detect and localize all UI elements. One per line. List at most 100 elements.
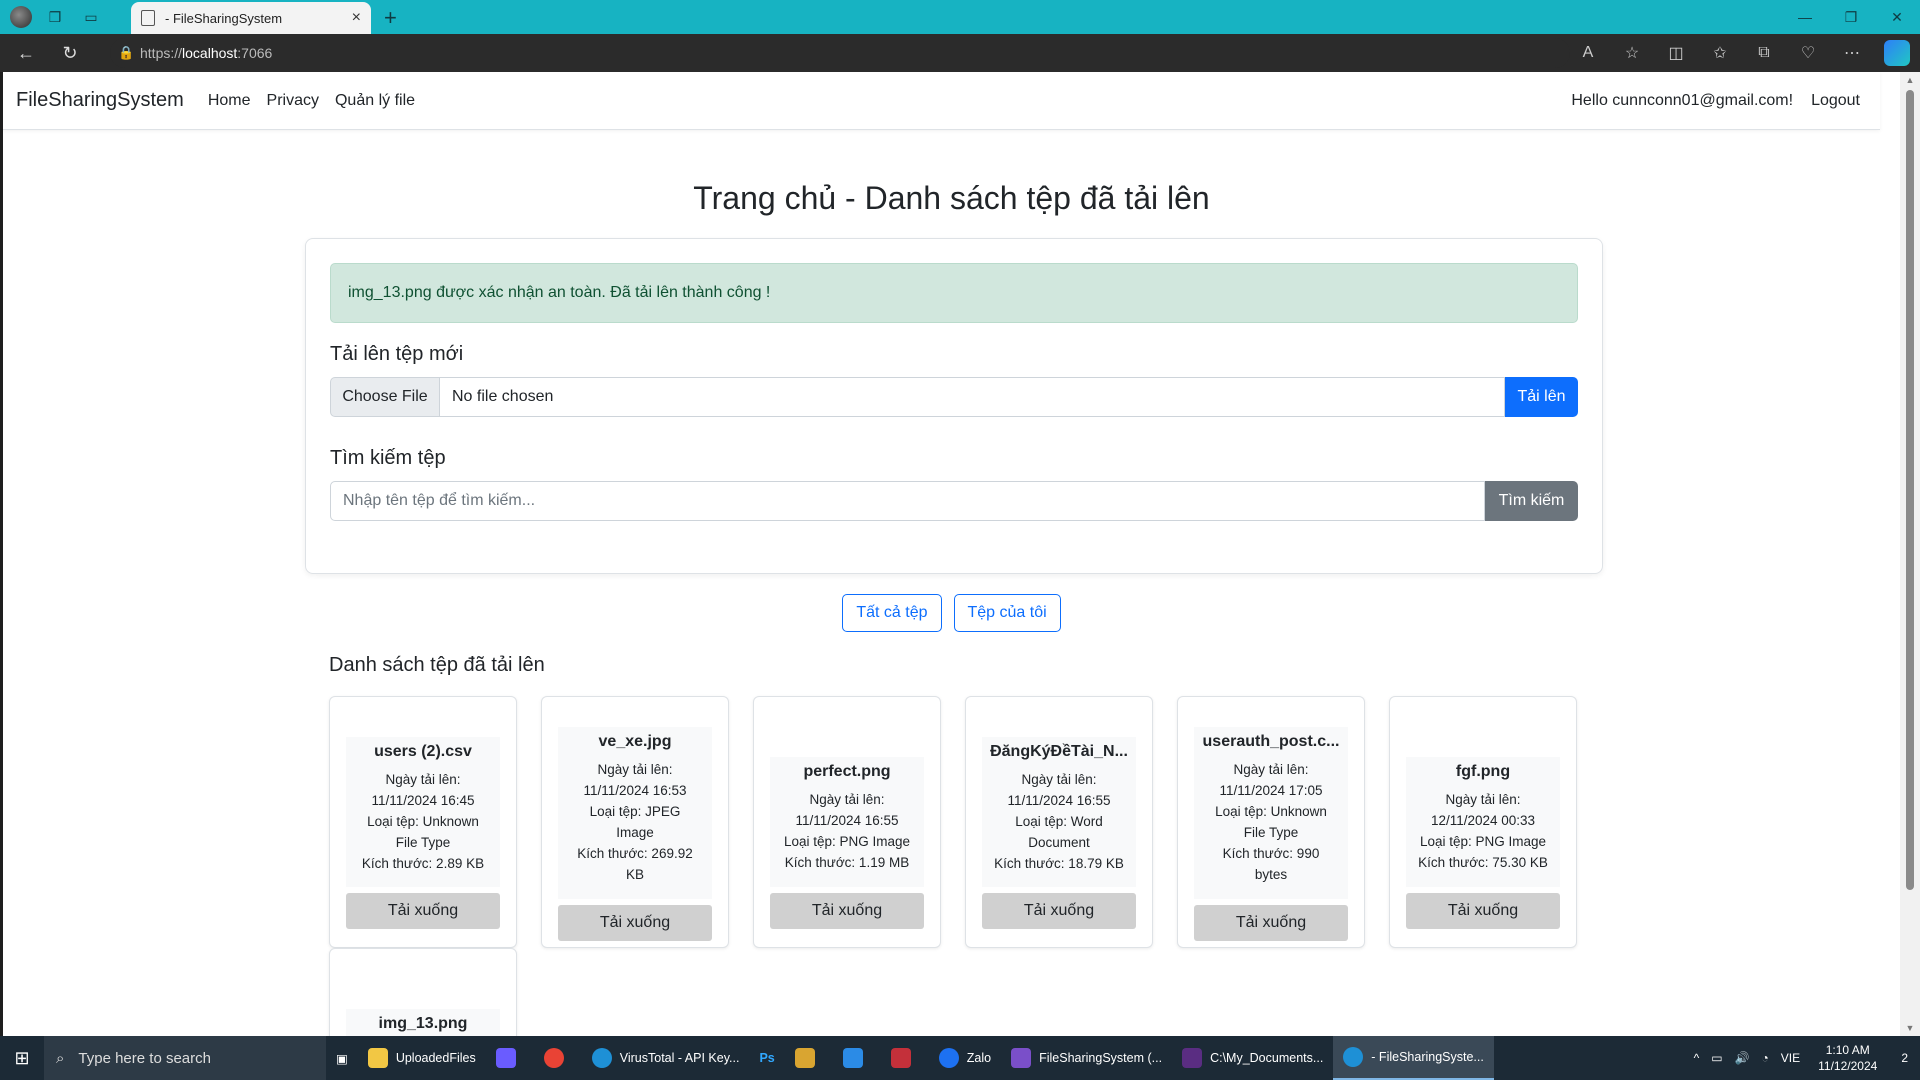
- close-window-button[interactable]: ✕: [1874, 0, 1920, 34]
- nav-link-file-management[interactable]: Quản lý file: [335, 92, 415, 110]
- windows-start-icon[interactable]: ⊞: [0, 1036, 44, 1080]
- taskbar-app-vscode[interactable]: [833, 1036, 881, 1080]
- file-info: fgf.png Ngày tải lên: 12/11/2024 00:33 L…: [1406, 757, 1560, 887]
- back-icon[interactable]: ←: [8, 38, 44, 68]
- taskbar-app-photoshop[interactable]: Ps: [749, 1036, 784, 1080]
- scroll-down-icon[interactable]: ▼: [1900, 1020, 1920, 1036]
- file-name: perfect.png: [803, 763, 891, 780]
- user-greeting[interactable]: Hello cunnconn01@gmail.com!: [1571, 92, 1793, 110]
- file-card: fgf.png Ngày tải lên: 12/11/2024 00:33 L…: [1389, 696, 1577, 948]
- browser-essentials-icon[interactable]: ♡: [1786, 38, 1830, 68]
- search-input[interactable]: [330, 481, 1485, 521]
- split-screen-icon[interactable]: ◫: [1654, 38, 1698, 68]
- file-meta: Ngày tải lên: 11/11/2024 16:45 Loại tệp:…: [350, 769, 496, 874]
- clock-time: 1:10 AM: [1825, 1043, 1870, 1057]
- file-meta-line: Ngày tải lên:: [809, 792, 885, 807]
- choose-file-button[interactable]: Choose File: [330, 377, 440, 417]
- restore-button[interactable]: ❐: [1828, 0, 1874, 34]
- taskbar-app-edge-active[interactable]: - FileSharingSyste...: [1333, 1036, 1494, 1080]
- file-meta-line: Image: [616, 825, 654, 840]
- file-meta-line: Kích thước: 1.19 MB: [784, 855, 910, 870]
- file-meta-line: KB: [625, 867, 644, 882]
- taskbar-app-ide[interactable]: [881, 1036, 929, 1080]
- url-field[interactable]: 🔒 https://localhost:7066: [110, 38, 1570, 68]
- my-files-button[interactable]: Tệp của tôi: [953, 594, 1061, 632]
- file-meta-line: Document: [1028, 835, 1090, 850]
- clock[interactable]: 1:10 AM 11/12/2024: [1806, 1042, 1889, 1074]
- taskbar-app-zalo[interactable]: Zalo: [929, 1036, 1001, 1080]
- nav-link-home[interactable]: Home: [208, 92, 251, 110]
- file-name: img_13.png: [378, 1015, 468, 1032]
- taskbar-app-tool[interactable]: [785, 1036, 833, 1080]
- file-info: ve_xe.jpg Ngày tải lên: 11/11/2024 16:53…: [558, 727, 712, 899]
- upload-row: Choose File No file chosen Tải lên: [330, 377, 1578, 417]
- download-button[interactable]: Tải xuống: [1406, 893, 1560, 929]
- scroll-up-icon[interactable]: ▲: [1900, 72, 1920, 88]
- search-heading: Tìm kiếm tệp: [330, 447, 446, 469]
- volume-icon[interactable]: 🔊: [1729, 1051, 1756, 1065]
- language-indicator[interactable]: VIE: [1775, 1051, 1806, 1065]
- notification-count[interactable]: 2: [1889, 1051, 1920, 1065]
- taskbar-app-label: Zalo: [966, 1051, 992, 1065]
- network-icon[interactable]: ◔: [1756, 1051, 1775, 1065]
- all-files-button[interactable]: Tất cả tệp: [842, 594, 942, 632]
- windows-taskbar: ⊞ ⌕ Type here to search ▣ UploadedFiles …: [0, 1036, 1920, 1080]
- profile-avatar[interactable]: [10, 6, 32, 28]
- file-card: users (2).csv Ngày tải lên: 11/11/2024 1…: [329, 696, 517, 948]
- favorites-icon[interactable]: ✩: [1698, 38, 1742, 68]
- file-meta: Ngày tải lên: 11/11/2024 16:53 Loại tệp:…: [562, 759, 708, 885]
- taskbar-app-console[interactable]: C:\My_Documents...: [1172, 1036, 1333, 1080]
- download-button[interactable]: Tải xuống: [770, 893, 924, 929]
- file-meta-line: 11/11/2024 17:05: [1219, 783, 1323, 798]
- download-button[interactable]: Tải xuống: [1194, 905, 1348, 941]
- taskbar-app-visual-studio[interactable]: FileSharingSystem (...: [1001, 1036, 1172, 1080]
- minimize-button[interactable]: —: [1782, 0, 1828, 34]
- file-meta-line: 11/11/2024 16:45: [371, 793, 475, 808]
- page-scrollbar[interactable]: ▲ ▼: [1900, 72, 1920, 1036]
- tray-chevron-icon[interactable]: ^: [1688, 1051, 1706, 1065]
- download-button[interactable]: Tải xuống: [346, 893, 500, 929]
- logout-link[interactable]: Logout: [1811, 92, 1860, 110]
- upload-button[interactable]: Tải lên: [1505, 377, 1578, 417]
- favorite-star-icon[interactable]: ☆: [1610, 38, 1654, 68]
- taskbar-app-chrome[interactable]: [534, 1036, 582, 1080]
- task-view-icon[interactable]: ▣: [326, 1036, 358, 1080]
- taskbar-app-copilot[interactable]: [486, 1036, 534, 1080]
- taskbar-app-label: - FileSharingSyste...: [1371, 1050, 1484, 1064]
- page-viewport: FileSharingSystem Home Privacy Quản lý f…: [3, 72, 1900, 1036]
- active-tab[interactable]: - FileSharingSystem ×: [131, 2, 371, 34]
- vscode-icon: [842, 1048, 863, 1068]
- scroll-thumb[interactable]: [1906, 90, 1914, 890]
- file-meta-line: bytes: [1254, 867, 1288, 882]
- file-meta: Ngày tải lên: 12/11/2024 00:33 Loại tệp:…: [1410, 789, 1556, 873]
- zalo-icon: [938, 1048, 959, 1068]
- user-area: Hello cunnconn01@gmail.com! Logout: [1571, 72, 1860, 130]
- file-meta-line: 11/11/2024 16:55: [795, 813, 899, 828]
- taskbar-app-edge-virustotal[interactable]: VirusTotal - API Key...: [582, 1036, 750, 1080]
- close-tab-icon[interactable]: ×: [352, 9, 361, 27]
- taskbar-search[interactable]: ⌕ Type here to search: [44, 1036, 326, 1080]
- download-button[interactable]: Tải xuống: [982, 893, 1136, 929]
- more-icon[interactable]: ⋯: [1830, 38, 1874, 68]
- nav-link-privacy[interactable]: Privacy: [267, 92, 319, 110]
- taskbar-app-explorer[interactable]: UploadedFiles: [358, 1036, 486, 1080]
- taskbar-app-label: VirusTotal - API Key...: [619, 1051, 740, 1065]
- file-meta-line: Kích thước: 2.89 KB: [361, 856, 485, 871]
- refresh-icon[interactable]: ↻: [52, 38, 88, 68]
- lock-icon[interactable]: 🔒: [118, 45, 140, 61]
- new-tab-button[interactable]: +: [384, 5, 397, 31]
- download-button[interactable]: Tải xuống: [558, 905, 712, 941]
- taskbar-search-placeholder: Type here to search: [78, 1049, 211, 1067]
- battery-icon[interactable]: ▭: [1705, 1051, 1728, 1065]
- read-aloud-icon[interactable]: A: [1566, 38, 1610, 68]
- window-controls: — ❐ ✕: [1782, 0, 1920, 34]
- vertical-tabs-icon[interactable]: ▭: [78, 4, 104, 30]
- site-navbar: FileSharingSystem Home Privacy Quản lý f…: [3, 72, 1880, 130]
- search-button[interactable]: Tìm kiếm: [1485, 481, 1578, 521]
- copilot-icon[interactable]: [1884, 40, 1910, 66]
- workspaces-icon[interactable]: ❒: [42, 4, 68, 30]
- taskbar-app-label: UploadedFiles: [395, 1051, 476, 1065]
- site-brand[interactable]: FileSharingSystem: [16, 89, 184, 112]
- collections-icon[interactable]: ⧉: [1742, 38, 1786, 68]
- file-meta-line: Kích thước: 75.30 KB: [1418, 855, 1548, 870]
